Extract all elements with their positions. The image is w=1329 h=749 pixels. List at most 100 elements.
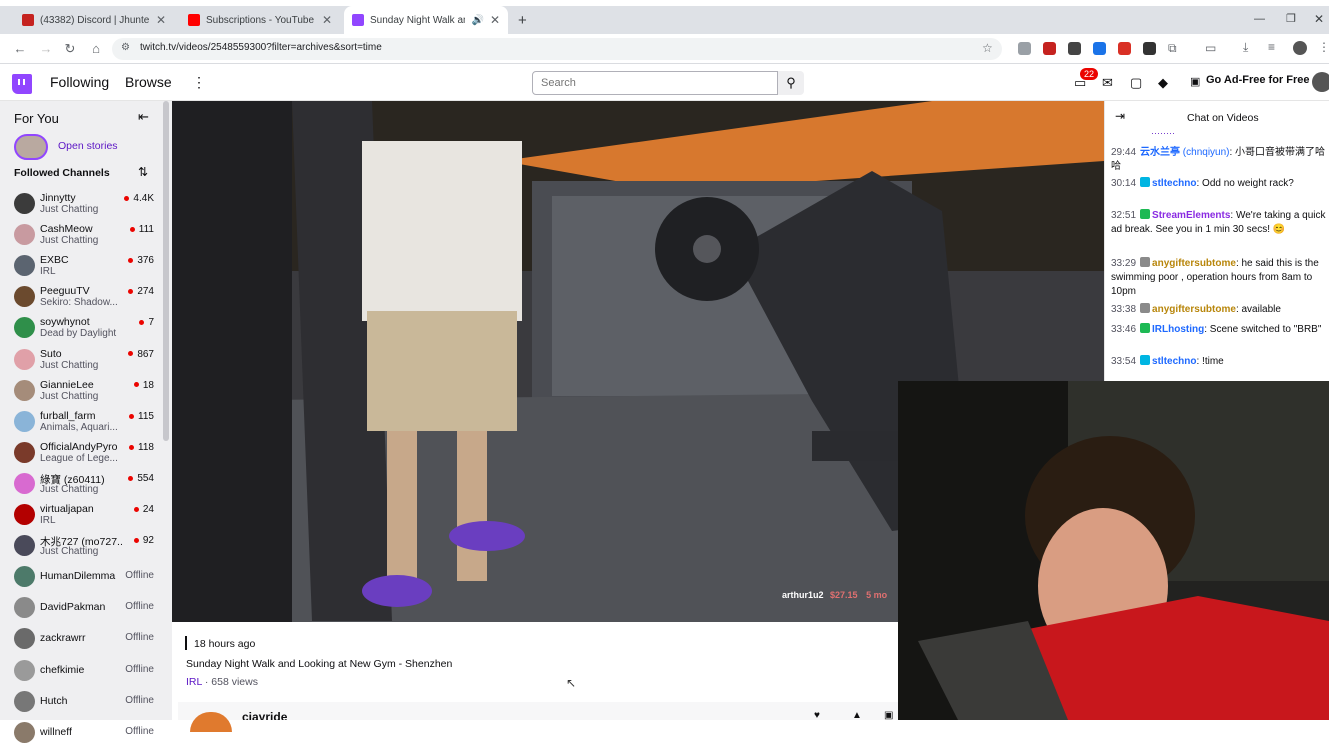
gift-icon[interactable]: ▣	[884, 710, 893, 721]
chat-username[interactable]: anygiftersubtome	[1152, 304, 1236, 315]
stories-avatars[interactable]	[14, 134, 48, 160]
chat-timestamp[interactable]: 30:14	[1111, 178, 1136, 189]
live-indicator-icon	[133, 506, 139, 512]
sidebar-scrollbar[interactable]	[163, 101, 169, 441]
extensions-puzzle-icon[interactable]: ⧉	[1168, 41, 1177, 56]
chat-timestamp[interactable]: 33:29	[1111, 258, 1136, 269]
sidebar-channel[interactable]: EXBC IRL 376	[0, 251, 160, 282]
chat-timestamp[interactable]: 33:54	[1111, 356, 1136, 367]
minimize-icon[interactable]: —	[1254, 13, 1265, 25]
sidebar-channel[interactable]: PeeguuTV Sekiro: Shadow... 274	[0, 282, 160, 313]
omnibox[interactable]: ⚙ twitch.tv/videos/2548559300?filter=arc…	[112, 38, 1002, 60]
bookmark-star-icon[interactable]: ☆	[982, 41, 993, 55]
sidebar-channel[interactable]: HumanDilemma Offline	[0, 562, 160, 593]
sidebar-channel[interactable]: 木兆727 (mo727... Just Chatting 92	[0, 531, 160, 562]
audio-playing-icon[interactable]: 🔊	[471, 15, 483, 26]
reload-icon[interactable]: ↻	[62, 41, 78, 57]
download-icon[interactable]: ⤓	[1243, 40, 1248, 55]
channel-game: Just Chatting	[40, 235, 99, 247]
streamer-name[interactable]: cjayride	[242, 710, 287, 720]
forward-icon[interactable]: →	[38, 41, 54, 57]
viewer-count-text: 554	[137, 472, 154, 484]
twitch-top-nav: Following Browse ⋮ ⚲ ▭ 22 ✉ ▢ ◆ ▣ Go Ad-…	[0, 65, 1329, 101]
go-ad-free-button[interactable]: Go Ad-Free for Free	[1206, 74, 1310, 86]
activity-feed-icon[interactable]: ▢	[1130, 75, 1142, 91]
site-info-icon[interactable]: ⚙	[121, 42, 130, 53]
chat-username-login[interactable]: (chnqiyun)	[1180, 147, 1230, 158]
search-input[interactable]	[532, 71, 778, 95]
heart-icon[interactable]: ♥	[814, 710, 820, 721]
sidebar-channel[interactable]: willneff Offline	[0, 718, 160, 749]
chat-username[interactable]: stltechno	[1152, 178, 1196, 189]
sidebar-channel[interactable]: furball_farm Animals, Aquari... 115	[0, 407, 160, 438]
chat-username[interactable]: IRLhosting	[1152, 324, 1204, 335]
sidebar-channel[interactable]: OfficialAndyPyro League of Lege... 118	[0, 438, 160, 469]
close-tab-icon[interactable]: ✕	[156, 13, 166, 27]
chat-username[interactable]: 云水兰亭	[1140, 147, 1180, 158]
sidebar-channel[interactable]: chefkimie Offline	[0, 656, 160, 687]
user-avatar[interactable]	[1312, 72, 1329, 92]
new-tab-button[interactable]: +	[510, 6, 530, 34]
twitch-logo-icon[interactable]	[12, 74, 32, 94]
extension-icon[interactable]	[1118, 42, 1131, 55]
donation-watermark-user: arthur1u2	[782, 590, 824, 600]
browse-link[interactable]: Browse	[125, 74, 172, 90]
viewer-count-text: 111	[138, 224, 154, 236]
browser-menu-icon[interactable]: ⋮	[1318, 40, 1329, 54]
sidebar-channel[interactable]: Hutch Offline	[0, 687, 160, 718]
maximize-icon[interactable]: ❐	[1286, 12, 1296, 25]
sidebar-channel[interactable]: soywhynot Dead by Daylight 7	[0, 313, 160, 344]
notification-bell-icon[interactable]: ▲	[852, 710, 862, 721]
category-link[interactable]: IRL	[186, 676, 202, 688]
chat-timestamp[interactable]: 29:44	[1111, 147, 1136, 158]
extension-icon[interactable]	[1018, 42, 1031, 55]
extension-icon[interactable]	[1068, 42, 1081, 55]
extension-icon[interactable]	[1143, 42, 1156, 55]
sidebar-channel[interactable]: Jinnytty Just Chatting 4.4K	[0, 189, 160, 220]
browser-profile-avatar[interactable]	[1293, 41, 1307, 55]
extension-icon[interactable]	[1043, 42, 1056, 55]
close-tab-icon[interactable]: ✕	[322, 13, 332, 27]
more-menu-icon[interactable]: ⋮	[192, 74, 206, 91]
whispers-icon[interactable]: ✉	[1102, 75, 1113, 91]
search-button[interactable]: ⚲	[778, 71, 804, 95]
chat-username[interactable]: anygiftersubtome	[1152, 258, 1236, 269]
clipped-chat-message: ········	[1151, 128, 1175, 138]
browser-tab-twitch[interactable]: Sunday Night Walk and Lo... 🔊 ✕	[344, 6, 508, 34]
chat-timestamp[interactable]: 32:51	[1111, 210, 1136, 221]
sidebar-channel[interactable]: GiannieLee Just Chatting 18	[0, 376, 160, 407]
home-icon[interactable]: ⌂	[88, 41, 104, 57]
browser-tab-discord[interactable]: (43382) Discord | Jhunter, R... ✕	[14, 6, 174, 34]
sidebar-channel[interactable]: DavidPakman Offline	[0, 593, 160, 624]
cast-icon[interactable]: ▭	[1205, 41, 1216, 55]
sidebar-channel[interactable]: Suto Just Chatting 867	[0, 345, 160, 376]
notification-count-badge: 22	[1080, 68, 1099, 80]
collapse-chat-icon[interactable]: ⇥	[1115, 109, 1125, 123]
browser-tab-bar: (43382) Discord | Jhunter, R... ✕ Subscr…	[0, 6, 1329, 34]
collapse-sidebar-icon[interactable]: ⇤	[138, 109, 149, 125]
channel-avatar	[14, 504, 35, 525]
channel-avatar	[14, 535, 35, 557]
media-control-icon[interactable]: ≡	[1268, 40, 1275, 54]
sidebar-channel[interactable]: virtualjapan IRL 24	[0, 500, 160, 531]
sidebar-channel[interactable]: zackrawrr Offline	[0, 624, 160, 655]
extension-icon[interactable]	[1093, 42, 1106, 55]
tab-title: Sunday Night Walk and Lo...	[370, 14, 465, 26]
browser-tab-youtube[interactable]: Subscriptions - YouTube ✕	[180, 6, 340, 34]
chat-username[interactable]: stltechno	[1152, 356, 1196, 367]
open-stories-link[interactable]: Open stories	[58, 140, 118, 152]
sidebar-channel[interactable]: CashMeow Just Chatting 111	[0, 220, 160, 251]
chat-timestamp[interactable]: 33:38	[1111, 304, 1136, 315]
chat-timestamp[interactable]: 33:46	[1111, 324, 1136, 335]
close-window-icon[interactable]: ✕	[1314, 12, 1324, 26]
sidebar-channel[interactable]: 綠寶 (z60411) Just Chatting 554	[0, 469, 160, 500]
bits-icon[interactable]: ◆	[1158, 75, 1168, 91]
chat-username[interactable]: StreamElements	[1152, 210, 1230, 221]
following-link[interactable]: Following	[50, 74, 109, 90]
for-you-heading: For You	[14, 111, 59, 126]
close-tab-icon[interactable]: ✕	[490, 13, 500, 27]
sort-icon[interactable]: ⇅	[138, 165, 148, 179]
streamer-avatar[interactable]	[190, 712, 232, 732]
back-icon[interactable]: ←	[12, 41, 28, 57]
video-info-panel: 18 hours ago Sunday Night Walk and Looki…	[172, 622, 898, 732]
